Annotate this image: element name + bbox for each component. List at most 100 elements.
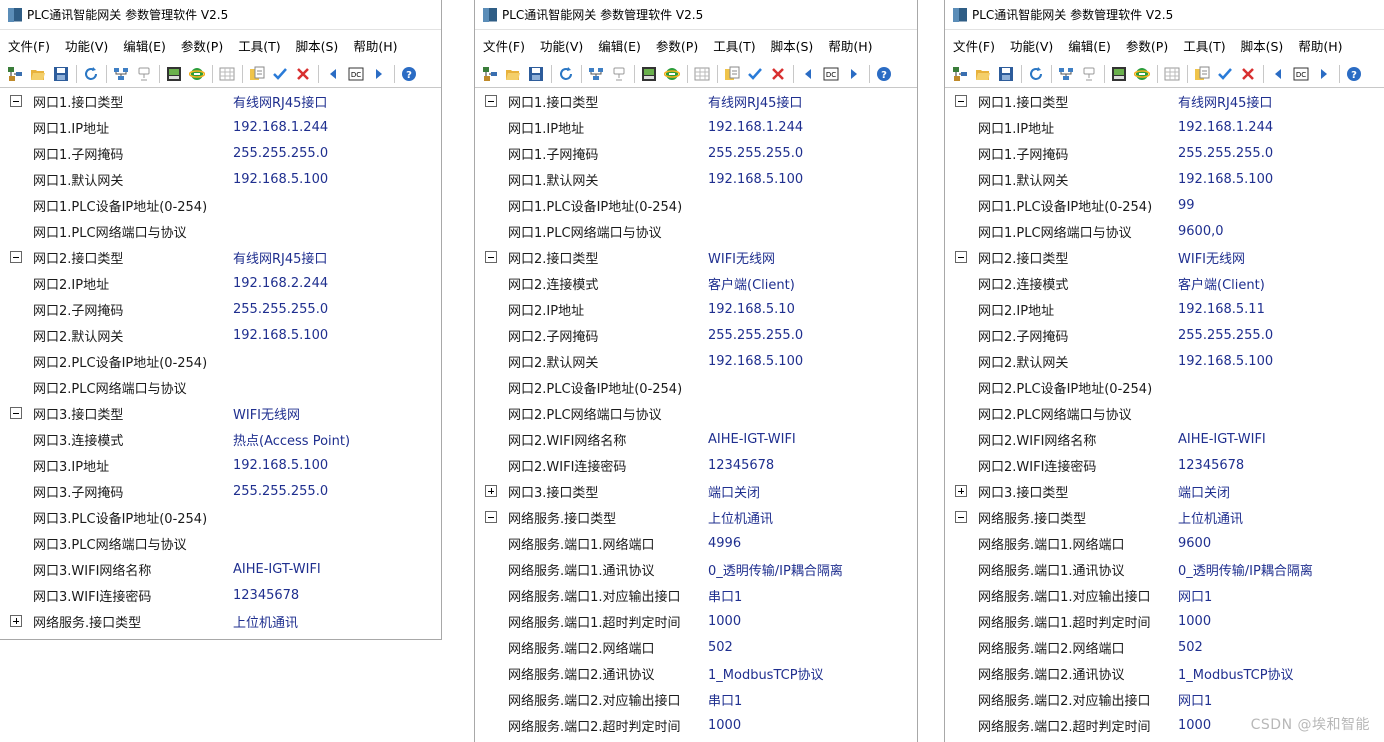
collapse-icon[interactable]: [485, 251, 497, 263]
menu-item[interactable]: 文件(F): [953, 36, 995, 55]
network-icon[interactable]: [112, 65, 130, 83]
property-row[interactable]: 网口3.接口类型 端口关闭: [475, 478, 917, 504]
property-value[interactable]: 有线网RJ45接口: [708, 92, 802, 111]
property-value[interactable]: 9600,0: [1178, 224, 1224, 239]
property-value[interactable]: 192.168.1.244: [233, 120, 328, 135]
property-value[interactable]: 192.168.5.100: [708, 172, 803, 187]
property-value[interactable]: 1_ModbusTCP协议: [1178, 664, 1294, 683]
property-value[interactable]: 0_透明传输/IP耦合隔离: [708, 560, 843, 579]
property-value[interactable]: 192.168.5.100: [233, 172, 328, 187]
property-row[interactable]: 网口2.WIFI连接密码 12345678: [475, 452, 917, 478]
export-icon[interactable]: [165, 65, 183, 83]
property-value[interactable]: 客户端(Client): [1178, 274, 1265, 293]
property-value[interactable]: 255.255.255.0: [1178, 328, 1273, 343]
property-value[interactable]: 网口1: [1178, 690, 1212, 709]
expand-icon[interactable]: [955, 485, 967, 497]
next-icon[interactable]: [845, 65, 863, 83]
cross-icon[interactable]: [294, 65, 312, 83]
property-row[interactable]: 网口2.子网掩码 255.255.255.0: [475, 322, 917, 348]
property-value[interactable]: 1000: [708, 718, 741, 733]
property-value[interactable]: 12345678: [233, 588, 299, 603]
property-value[interactable]: 192.168.5.100: [233, 328, 328, 343]
next-icon[interactable]: [370, 65, 388, 83]
property-value[interactable]: 255.255.255.0: [1178, 146, 1273, 161]
cross-icon[interactable]: [1239, 65, 1257, 83]
cross-icon[interactable]: [769, 65, 787, 83]
property-row[interactable]: 网络服务.端口2.通讯协议 1_ModbusTCP协议: [945, 660, 1384, 686]
copy-icon[interactable]: [1193, 65, 1211, 83]
property-row[interactable]: 网口2.默认网关 192.168.5.100: [0, 322, 441, 348]
property-value[interactable]: 1000: [708, 614, 741, 629]
property-value[interactable]: 192.168.5.100: [1178, 354, 1273, 369]
menu-item[interactable]: 工具(T): [713, 36, 755, 55]
menu-item[interactable]: 工具(T): [1183, 36, 1225, 55]
property-row[interactable]: 网口2.PLC网络端口与协议: [945, 400, 1384, 426]
title-bar[interactable]: PLC通讯智能网关 参数管理软件 V2.5: [0, 0, 441, 30]
property-row[interactable]: 网口2.IP地址 192.168.5.10: [475, 296, 917, 322]
property-value[interactable]: 99: [1178, 198, 1195, 213]
property-row[interactable]: 网络服务.端口2.网络端口 502: [945, 634, 1384, 660]
property-row[interactable]: 网口2.子网掩码 255.255.255.0: [0, 296, 441, 322]
property-row[interactable]: 网口2.WIFI网络名称 AIHE-IGT-WIFI: [475, 426, 917, 452]
export-icon[interactable]: [1110, 65, 1128, 83]
property-row[interactable]: 网口3.子网掩码 255.255.255.0: [0, 478, 441, 504]
property-value[interactable]: 9600: [1178, 536, 1211, 551]
property-value[interactable]: 1000: [1178, 614, 1211, 629]
property-row[interactable]: 网络服务.端口2.网络端口 502: [475, 634, 917, 660]
property-row[interactable]: 网口2.IP地址 192.168.5.11: [945, 296, 1384, 322]
property-value[interactable]: 上位机通讯: [233, 612, 298, 631]
collapse-icon[interactable]: [10, 407, 22, 419]
property-row[interactable]: 网口1.PLC设备IP地址(0-254): [0, 192, 441, 218]
property-row[interactable]: 网口3.PLC网络端口与协议: [0, 530, 441, 556]
property-value[interactable]: 端口关闭: [1178, 482, 1230, 501]
property-value[interactable]: 255.255.255.0: [708, 146, 803, 161]
property-row[interactable]: 网口2.接口类型 WIFI无线网: [475, 244, 917, 270]
property-row[interactable]: 网口1.子网掩码 255.255.255.0: [0, 140, 441, 166]
menu-item[interactable]: 工具(T): [238, 36, 280, 55]
menu-item[interactable]: 帮助(H): [1298, 36, 1342, 55]
copy-icon[interactable]: [248, 65, 266, 83]
check-icon[interactable]: [1216, 65, 1234, 83]
property-value[interactable]: 192.168.1.244: [708, 120, 803, 135]
property-row[interactable]: 网口1.接口类型 有线网RJ45接口: [945, 88, 1384, 114]
property-row[interactable]: 网口1.默认网关 192.168.5.100: [945, 166, 1384, 192]
property-row[interactable]: 网口1.PLC设备IP地址(0-254): [475, 192, 917, 218]
property-row[interactable]: 网口2.连接模式 客户端(Client): [945, 270, 1384, 296]
property-row[interactable]: 网络服务.端口1.对应输出接口 网口1: [945, 582, 1384, 608]
property-value[interactable]: 网口1: [1178, 586, 1212, 605]
property-value[interactable]: 192.168.1.244: [1178, 120, 1273, 135]
open-folder-icon[interactable]: [974, 65, 992, 83]
grid-icon[interactable]: [1163, 65, 1181, 83]
menu-item[interactable]: 参数(P): [1126, 36, 1168, 55]
property-value[interactable]: WIFI无线网: [233, 404, 300, 423]
property-row[interactable]: 网口2.WIFI网络名称 AIHE-IGT-WIFI: [945, 426, 1384, 452]
collapse-icon[interactable]: [485, 95, 497, 107]
collapse-icon[interactable]: [10, 251, 22, 263]
disconnect-icon[interactable]: [1080, 65, 1098, 83]
property-row[interactable]: 网口1.默认网关 192.168.5.100: [0, 166, 441, 192]
property-row[interactable]: 网络服务.端口2.超时判定时间 1000: [475, 712, 917, 738]
ie-icon[interactable]: [1133, 65, 1151, 83]
property-value[interactable]: WIFI无线网: [1178, 248, 1245, 267]
device-tree-icon[interactable]: [6, 65, 24, 83]
property-row[interactable]: 网口1.PLC设备IP地址(0-254) 99: [945, 192, 1384, 218]
property-row[interactable]: 网口3.WIFI网络名称 AIHE-IGT-WIFI: [0, 556, 441, 582]
grid-icon[interactable]: [693, 65, 711, 83]
property-row[interactable]: 网口2.默认网关 192.168.5.100: [475, 348, 917, 374]
property-value[interactable]: 客户端(Client): [708, 274, 795, 293]
collapse-icon[interactable]: [10, 95, 22, 107]
property-row[interactable]: 网口2.连接模式 客户端(Client): [475, 270, 917, 296]
refresh-icon[interactable]: [557, 65, 575, 83]
menu-item[interactable]: 编辑(E): [1068, 36, 1111, 55]
property-row[interactable]: 网络服务.端口1.超时判定时间 1000: [945, 608, 1384, 634]
property-value[interactable]: 192.168.5.100: [708, 354, 803, 369]
collapse-icon[interactable]: [485, 511, 497, 523]
ie-icon[interactable]: [663, 65, 681, 83]
property-value[interactable]: 192.168.5.11: [1178, 302, 1265, 317]
property-value[interactable]: WIFI无线网: [708, 248, 775, 267]
property-row[interactable]: 网口2.接口类型 WIFI无线网: [945, 244, 1384, 270]
next-icon[interactable]: [1315, 65, 1333, 83]
save-icon[interactable]: [997, 65, 1015, 83]
refresh-icon[interactable]: [82, 65, 100, 83]
menu-item[interactable]: 参数(P): [656, 36, 698, 55]
